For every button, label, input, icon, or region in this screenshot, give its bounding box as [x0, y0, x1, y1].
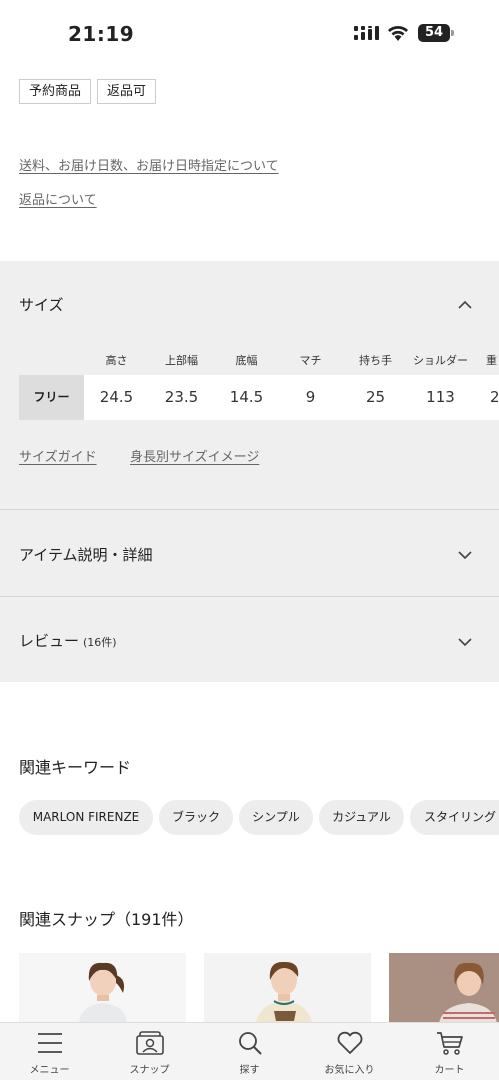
tag-returnable: 返品可	[97, 79, 157, 104]
keyword-chip[interactable]: ブラック	[159, 800, 233, 835]
nav-menu[interactable]: メニュー	[0, 1023, 99, 1080]
snap-thumbnail[interactable]	[19, 953, 186, 1023]
nav-favorites[interactable]: お気に入り	[300, 1023, 399, 1080]
cellular-signal-icon	[354, 26, 379, 40]
cart-icon	[437, 1032, 463, 1055]
keyword-chip[interactable]: MARLON FIRENZE	[19, 800, 153, 835]
size-value-weight: 2	[490, 388, 499, 406]
search-icon	[239, 1032, 262, 1055]
product-accordion	[0, 261, 499, 682]
keyword-chip[interactable]: スタイリング	[410, 800, 499, 835]
nav-search[interactable]: 探す	[200, 1023, 299, 1080]
related-keywords-title: 関連キーワード	[19, 758, 132, 777]
returns-info-link[interactable]: 返品について	[19, 189, 97, 208]
keyword-chip[interactable]: カジュアル	[319, 800, 404, 835]
size-value-height: 24.5	[99, 388, 134, 406]
size-col-top-width: 上部幅	[165, 354, 198, 367]
snap-thumbnail[interactable]	[204, 953, 371, 1023]
size-guide-link[interactable]: サイズガイド	[19, 446, 97, 465]
chevron-up-icon[interactable]	[458, 298, 472, 312]
size-row-label: フリー	[19, 375, 84, 420]
height-size-image-link[interactable]: 身長別サイズイメージ	[130, 446, 259, 465]
divider	[0, 596, 499, 597]
size-value-shoulder: 113	[426, 388, 455, 406]
review-count: (16件)	[83, 636, 117, 649]
snap-thumbnail[interactable]	[389, 953, 499, 1023]
size-col-weight: 重	[486, 354, 497, 367]
battery-level: 54	[418, 24, 450, 42]
shipping-info-link[interactable]: 送料、お届け日数、お届け日時指定について	[19, 155, 279, 174]
size-col-gusset: マチ	[299, 354, 322, 367]
review-section[interactable]: レビュー (16件)	[19, 630, 117, 651]
size-value-handle: 25	[365, 388, 386, 406]
chevron-down-icon[interactable]	[458, 635, 472, 649]
review-title: レビュー	[19, 632, 80, 650]
nav-search-label: 探す	[239, 1065, 260, 1076]
nav-snap-label: スナップ	[129, 1065, 170, 1076]
size-value-gusset: 9	[305, 388, 316, 406]
keyword-chip[interactable]: シンプル	[239, 800, 313, 835]
chevron-down-icon[interactable]	[458, 548, 472, 562]
status-bar: 21:19 54	[0, 0, 499, 64]
item-detail-title[interactable]: アイテム説明・詳細	[19, 544, 153, 565]
nav-favorites-label: お気に入り	[324, 1065, 375, 1076]
size-col-shoulder: ショルダー	[413, 354, 468, 367]
size-col-bottom-width: 底幅	[235, 354, 258, 367]
size-value-top-width: 23.5	[164, 388, 199, 406]
size-value-bottom-width: 14.5	[229, 388, 264, 406]
size-section-title[interactable]: サイズ	[19, 294, 64, 315]
nav-snap[interactable]: スナップ	[100, 1023, 199, 1080]
nav-cart[interactable]: カート	[400, 1023, 499, 1080]
battery-icon: 54	[418, 24, 454, 42]
heart-icon	[337, 1031, 363, 1054]
bottom-navigation: メニュー スナップ 探す お気に入り カート	[0, 1022, 499, 1080]
nav-menu-label: メニュー	[29, 1065, 70, 1076]
tag-preorder: 予約商品	[19, 79, 92, 104]
size-col-handle: 持ち手	[359, 354, 392, 367]
related-snaps-title: 関連スナップ（191件）	[19, 910, 194, 929]
menu-icon	[38, 1033, 62, 1053]
divider	[0, 509, 499, 510]
snap-icon	[136, 1031, 164, 1055]
status-time: 21:19	[68, 22, 135, 46]
nav-cart-label: カート	[434, 1065, 465, 1076]
wifi-icon	[388, 26, 408, 41]
size-col-height: 高さ	[105, 354, 128, 367]
